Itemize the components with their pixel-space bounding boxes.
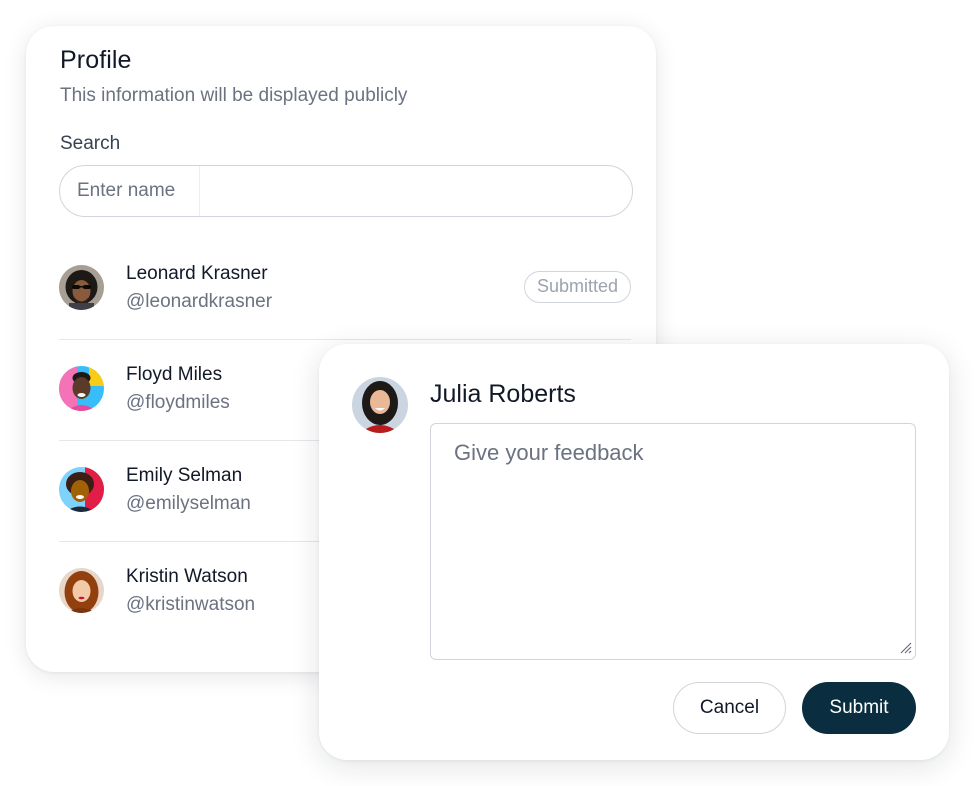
user-handle: @emilyselman [126, 493, 251, 514]
avatar [352, 377, 408, 433]
search-label: Search [60, 133, 121, 154]
cancel-button[interactable]: Cancel [673, 682, 786, 734]
profile-subtitle: This information will be displayed publi… [60, 85, 408, 106]
user-handle: @leonardkrasner [126, 291, 273, 312]
stage: Profile This information will be display… [0, 0, 974, 786]
list-item[interactable]: Leonard Krasner @leonardkrasner Submitte… [59, 239, 631, 340]
avatar [59, 568, 104, 613]
user-name: Leonard Krasner [126, 263, 268, 284]
feedback-card: Julia Roberts Cancel Submit [319, 344, 949, 760]
status-badge: Submitted [523, 271, 631, 303]
feedback-textarea[interactable] [430, 423, 916, 660]
user-handle: @floydmiles [126, 392, 230, 413]
search-field[interactable] [59, 165, 633, 217]
profile-title: Profile [60, 46, 132, 74]
avatar [59, 467, 104, 512]
user-name: Floyd Miles [126, 364, 223, 385]
search-input[interactable] [60, 166, 199, 216]
feedback-author-name: Julia Roberts [430, 380, 576, 408]
resize-grip-icon[interactable] [900, 642, 912, 654]
user-name: Kristin Watson [126, 566, 248, 587]
user-handle: @kristinwatson [126, 594, 256, 615]
avatar [59, 265, 104, 310]
search-divider [199, 166, 200, 216]
user-name: Emily Selman [126, 465, 243, 486]
submit-button[interactable]: Submit [802, 682, 916, 734]
avatar [59, 366, 104, 411]
